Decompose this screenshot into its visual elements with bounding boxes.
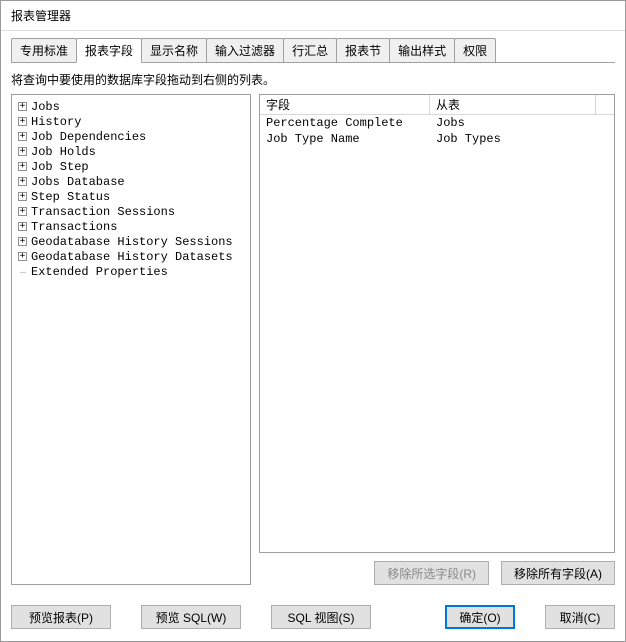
tree-panel[interactable]: + Jobs + History + Job Dependencies + Job Holds… xyxy=(11,94,251,585)
header-from[interactable]: 从表 xyxy=(430,95,596,114)
cell-field: Percentage Complete xyxy=(260,115,430,131)
tree-node-6[interactable]: + Step Status xyxy=(14,189,248,204)
tree-node-8[interactable]: + Transactions xyxy=(14,219,248,234)
main-panels: + Jobs + History + Job Dependencies + Job Holds… xyxy=(11,94,615,585)
tree-node-10[interactable]: + Geodatabase History Datasets xyxy=(14,249,248,264)
tab-2[interactable]: 显示名称 xyxy=(141,38,207,63)
tree-node-label: Jobs xyxy=(31,100,60,114)
expand-icon[interactable]: + xyxy=(18,102,27,111)
tab-1[interactable]: 报表字段 xyxy=(76,38,142,63)
expand-icon[interactable]: + xyxy=(18,207,27,216)
tree-node-label: Extended Properties xyxy=(31,265,168,279)
tree-node-label: Job Holds xyxy=(31,145,96,159)
list-body[interactable]: Percentage CompleteJobsJob Type NameJob … xyxy=(260,115,614,552)
expand-icon[interactable]: + xyxy=(18,162,27,171)
tree-node-label: Transaction Sessions xyxy=(31,205,175,219)
tree-node-label: Geodatabase History Datasets xyxy=(31,250,233,264)
expand-icon[interactable]: + xyxy=(18,132,27,141)
tree-node-7[interactable]: + Transaction Sessions xyxy=(14,204,248,219)
list-row[interactable]: Job Type NameJob Types xyxy=(260,131,614,147)
expand-icon[interactable]: + xyxy=(18,222,27,231)
tree-node-label: Jobs Database xyxy=(31,175,125,189)
cancel-button[interactable]: 取消(C) xyxy=(545,605,615,629)
cell-field: Job Type Name xyxy=(260,131,430,147)
tree-node-0[interactable]: + Jobs xyxy=(14,99,248,114)
title-bar: 报表管理器 xyxy=(1,1,625,31)
cell-from: Job Types xyxy=(430,131,614,147)
expand-icon[interactable]: + xyxy=(18,147,27,156)
sql-view-button[interactable]: SQL 视图(S) xyxy=(271,605,371,629)
report-manager-window: 报表管理器 专用标准报表字段显示名称输入过滤器行汇总报表节输出样式权限 将查询中… xyxy=(0,0,626,642)
instruction-text: 将查询中要使用的数据库字段拖动到右侧的列表。 xyxy=(11,71,615,88)
tab-row: 专用标准报表字段显示名称输入过滤器行汇总报表节输出样式权限 xyxy=(11,39,615,63)
tree-node-label: Transactions xyxy=(31,220,117,234)
expand-icon[interactable]: + xyxy=(18,192,27,201)
expand-icon[interactable]: + xyxy=(18,117,27,126)
list-header: 字段 从表 xyxy=(260,95,614,115)
tab-5[interactable]: 报表节 xyxy=(336,38,390,63)
expand-icon[interactable]: + xyxy=(18,237,27,246)
tree-node-2[interactable]: + Job Dependencies xyxy=(14,129,248,144)
tree-node-label: Geodatabase History Sessions xyxy=(31,235,233,249)
tab-4[interactable]: 行汇总 xyxy=(283,38,337,63)
remove-all-button[interactable]: 移除所有字段(A) xyxy=(501,561,615,585)
list-panel[interactable]: 字段 从表 Percentage CompleteJobsJob Type Na… xyxy=(259,94,615,553)
cell-from: Jobs xyxy=(430,115,614,131)
window-title: 报表管理器 xyxy=(11,9,71,23)
tree-node-3[interactable]: + Job Holds xyxy=(14,144,248,159)
tree-node-label: Job Dependencies xyxy=(31,130,146,144)
tree-node-1[interactable]: + History xyxy=(14,114,248,129)
tab-0[interactable]: 专用标准 xyxy=(11,38,77,63)
header-pad xyxy=(596,95,614,114)
preview-report-button[interactable]: 预览报表(P) xyxy=(11,605,111,629)
tree-node-label: Job Step xyxy=(31,160,89,174)
leaf-icon: … xyxy=(18,267,27,276)
list-row[interactable]: Percentage CompleteJobs xyxy=(260,115,614,131)
tree-node-label: History xyxy=(31,115,81,129)
expand-icon[interactable]: + xyxy=(18,252,27,261)
preview-sql-button[interactable]: 预览 SQL(W) xyxy=(141,605,241,629)
remove-selected-button[interactable]: 移除所选字段(R) xyxy=(374,561,489,585)
tree-node-label: Step Status xyxy=(31,190,110,204)
content-area: 专用标准报表字段显示名称输入过滤器行汇总报表节输出样式权限 将查询中要使用的数据… xyxy=(1,31,625,595)
ok-button[interactable]: 确定(O) xyxy=(445,605,515,629)
tree-node-5[interactable]: + Jobs Database xyxy=(14,174,248,189)
tree-node-9[interactable]: + Geodatabase History Sessions xyxy=(14,234,248,249)
right-side: 字段 从表 Percentage CompleteJobsJob Type Na… xyxy=(259,94,615,585)
tab-6[interactable]: 输出样式 xyxy=(389,38,455,63)
header-field[interactable]: 字段 xyxy=(260,95,430,114)
tab-3[interactable]: 输入过滤器 xyxy=(206,38,284,63)
tab-7[interactable]: 权限 xyxy=(454,38,496,63)
tree-node-4[interactable]: + Job Step xyxy=(14,159,248,174)
tree-node-11[interactable]: … Extended Properties xyxy=(14,264,248,279)
expand-icon[interactable]: + xyxy=(18,177,27,186)
bottom-bar: 预览报表(P) 预览 SQL(W) SQL 视图(S) 确定(O) 取消(C) xyxy=(1,595,625,641)
remove-buttons-row: 移除所选字段(R) 移除所有字段(A) xyxy=(259,561,615,585)
